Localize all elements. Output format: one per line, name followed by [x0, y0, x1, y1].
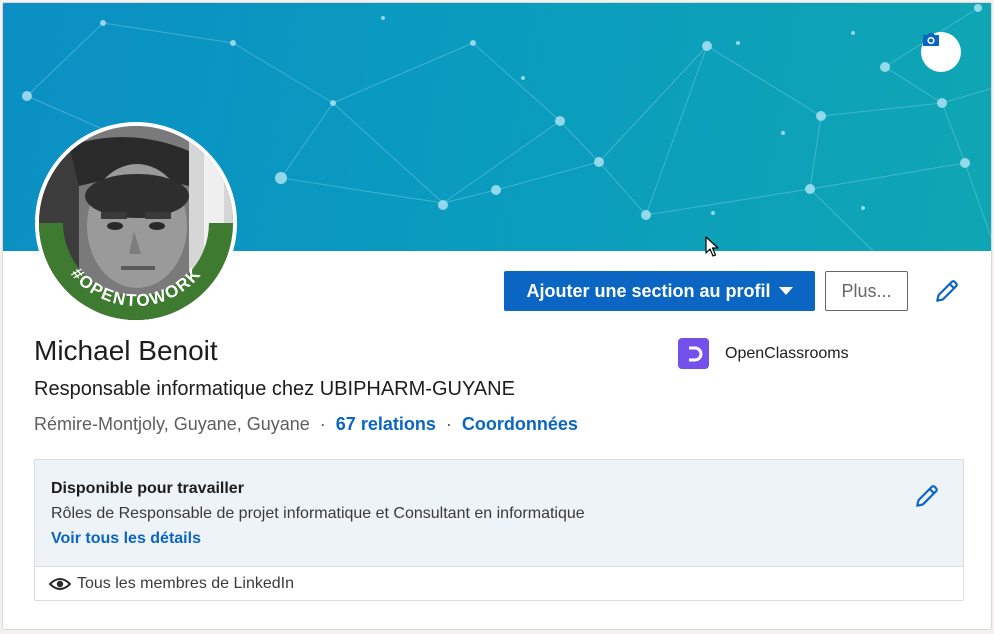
see-all-details-link[interactable]: Voir tous les détails: [51, 530, 201, 548]
pencil-icon: [916, 485, 938, 507]
relations-link[interactable]: 67 relations: [336, 414, 436, 435]
profile-photo[interactable]: #OPENTOWORK: [35, 122, 237, 324]
open-to-work-description: Rôles de Responsable de projet informati…: [51, 505, 585, 522]
edit-intro-button[interactable]: [931, 275, 963, 307]
contact-info-link[interactable]: Coordonnées: [462, 414, 578, 435]
add-profile-section-button[interactable]: Ajouter une section au profil: [504, 271, 815, 311]
company-name: OpenClassrooms: [725, 344, 849, 362]
avatar: #OPENTOWORK: [39, 126, 233, 320]
visibility-row: Tous les membres de LinkedIn: [35, 566, 963, 600]
add-profile-section-label: Ajouter une section au profil: [526, 280, 771, 301]
more-button[interactable]: Plus...: [825, 271, 908, 311]
open-to-work-title: Disponible pour travailler: [51, 480, 244, 497]
separator-dot: ·: [445, 414, 452, 434]
visibility-label: Tous les membres de LinkedIn: [77, 574, 294, 592]
pencil-icon: [936, 280, 958, 302]
profile-location-row: Rémire-Montjoly, Guyane, Guyane · 67 rel…: [34, 414, 578, 435]
edit-banner-button[interactable]: [921, 32, 961, 72]
profile-card: #OPENTOWORK Ajouter une section au profi…: [2, 2, 992, 630]
separator-dot: ·: [319, 414, 326, 434]
edit-open-to-work-button[interactable]: [911, 480, 943, 512]
mouse-cursor-icon: [705, 236, 719, 257]
camera-icon: [923, 33, 939, 46]
caret-down-icon: [778, 287, 793, 295]
open-to-work-card: Disponible pour travailler Rôles de Resp…: [34, 459, 964, 601]
company-openclassrooms[interactable]: OpenClassrooms: [678, 338, 849, 369]
openclassrooms-logo-icon: [678, 338, 709, 369]
profile-headline: Responsable informatique chez UBIPHARM-G…: [34, 378, 515, 400]
profile-name: Michael Benoit: [34, 335, 218, 366]
open-to-work-body: Disponible pour travailler Rôles de Resp…: [35, 460, 963, 566]
eye-icon: [49, 577, 71, 590]
profile-location: Rémire-Montjoly, Guyane, Guyane: [34, 414, 310, 434]
